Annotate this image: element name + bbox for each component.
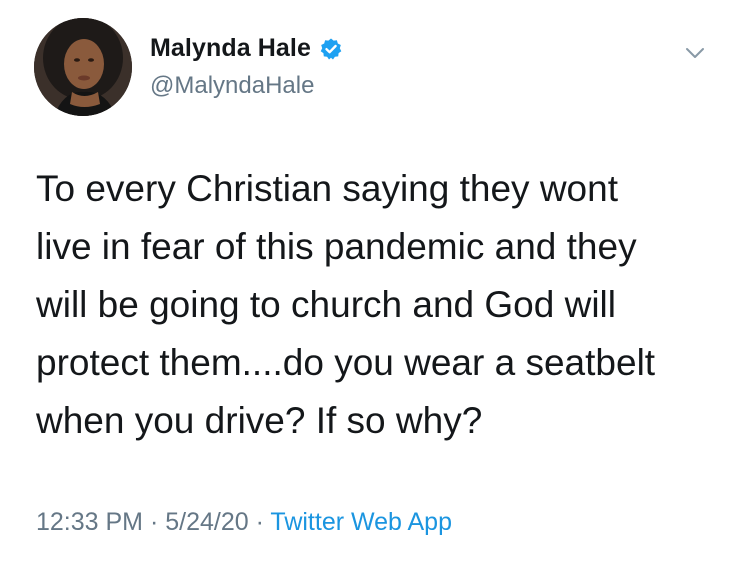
tweet-card: Malynda Hale @MalyndaHale To every Chris… xyxy=(0,0,740,563)
tweet-time[interactable]: 12:33 PM xyxy=(36,508,143,536)
display-name[interactable]: Malynda Hale xyxy=(150,34,311,63)
profile-photo-icon xyxy=(34,18,132,116)
chevron-down-icon[interactable] xyxy=(682,40,708,66)
author-handle[interactable]: @MalyndaHale xyxy=(150,72,314,100)
tweet-text: To every Christian saying they wont live… xyxy=(36,168,656,441)
tweet-source-link[interactable]: Twitter Web App xyxy=(270,508,452,536)
meta-separator: · xyxy=(143,508,166,536)
avatar[interactable] xyxy=(34,18,132,116)
meta-separator: · xyxy=(248,508,271,536)
author-name-row: Malynda Hale xyxy=(150,34,343,63)
tweet-date[interactable]: 5/24/20 xyxy=(165,508,248,536)
verified-badge-icon xyxy=(319,37,343,61)
tweet-meta: 12:33 PM · 5/24/20 · Twitter Web App xyxy=(36,508,452,537)
